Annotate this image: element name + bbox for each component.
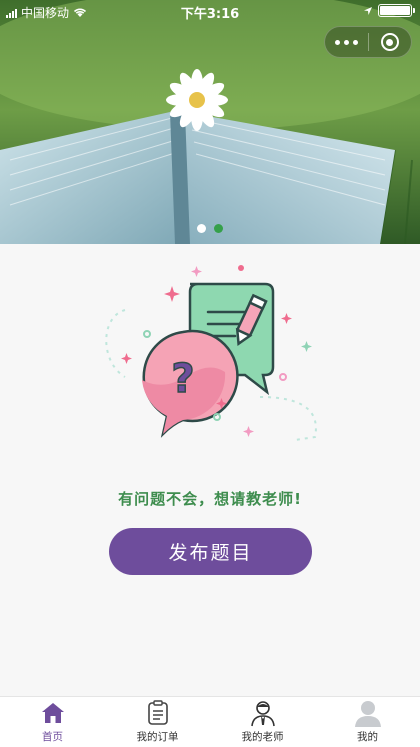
- tab-home[interactable]: 首页: [0, 697, 105, 747]
- tab-teachers[interactable]: 我的老师: [210, 697, 315, 747]
- question-illustration: ?: [105, 265, 317, 441]
- carousel-dots: [0, 224, 420, 233]
- home-icon: [38, 698, 68, 728]
- close-miniprogram-button[interactable]: [369, 27, 411, 57]
- publish-question-button[interactable]: 发布题目: [109, 528, 312, 575]
- question-prompt: 有问题不会，想请教老师!: [118, 490, 302, 508]
- tab-teachers-label: 我的老师: [241, 731, 284, 743]
- tab-orders[interactable]: 我的订单: [105, 697, 210, 747]
- carousel-dot-1[interactable]: [197, 224, 206, 233]
- tab-mine-label: 我的: [357, 731, 378, 743]
- battery-icon: [378, 4, 415, 17]
- tab-mine[interactable]: 我的: [315, 697, 420, 747]
- status-time: 下午3:16: [180, 7, 240, 22]
- status-bar: 中国移动 下午3:16: [0, 0, 420, 22]
- order-list-icon: [143, 698, 173, 728]
- user-icon: [353, 698, 383, 728]
- teacher-icon: [248, 698, 278, 728]
- tab-orders-label: 我的订单: [136, 731, 179, 743]
- tab-bar: 首页 我的订单 我的老师 我的: [0, 696, 420, 747]
- tab-home-label: 首页: [42, 731, 63, 743]
- svg-text:?: ?: [171, 356, 194, 402]
- carousel-dot-2[interactable]: [214, 224, 223, 233]
- more-options-button[interactable]: [325, 27, 368, 57]
- capsule-menu: [324, 26, 412, 58]
- location-arrow-icon: [364, 6, 372, 15]
- target-icon: [380, 33, 399, 51]
